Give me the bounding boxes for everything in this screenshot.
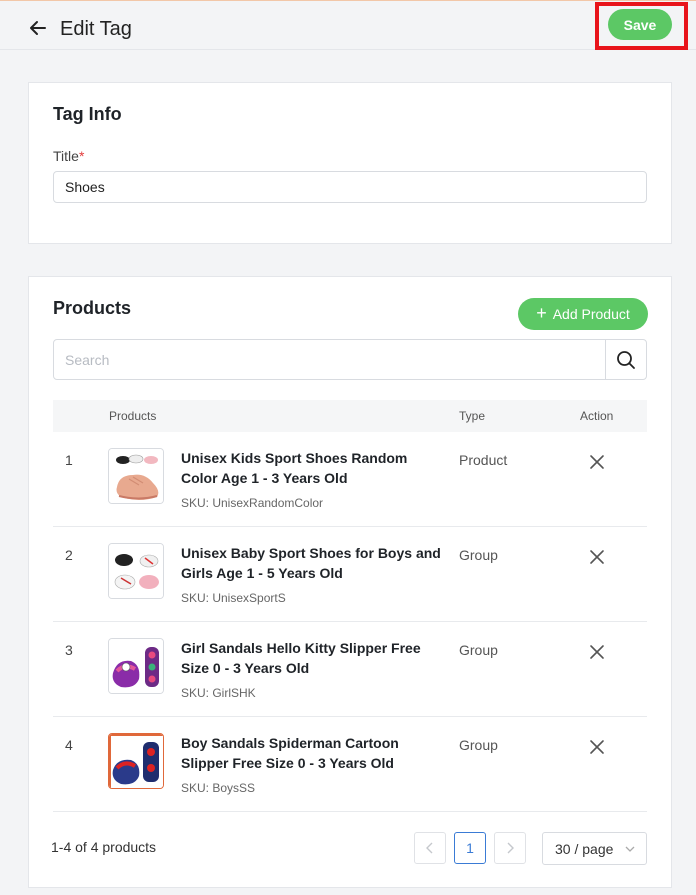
search-icon[interactable] [605, 340, 646, 379]
required-mark: * [78, 148, 85, 164]
save-button[interactable]: Save [608, 9, 672, 40]
tag-info-card: Tag Info Title* [28, 82, 672, 244]
close-icon[interactable] [588, 643, 606, 661]
products-heading: Products [53, 298, 132, 318]
column-action: Action [580, 409, 614, 423]
close-icon[interactable] [588, 738, 606, 756]
product-type: Group [459, 547, 498, 563]
plus-icon: + [536, 303, 547, 323]
table-row: 2 Unisex Baby Sport Shoes for Boys and G… [53, 527, 647, 622]
title-label-text: Title [53, 148, 79, 164]
column-type: Type [459, 409, 486, 423]
table-row: 1 Unisex Kids Sport Shoes Random Color A… [53, 432, 647, 527]
page-button-1[interactable]: 1 [454, 832, 486, 864]
product-name[interactable]: Girl Sandals Hello Kitty Slipper Free Si… [181, 638, 441, 678]
tag-info-heading: Tag Info [53, 104, 122, 124]
chevron-left-icon [426, 842, 433, 854]
close-icon[interactable] [588, 548, 606, 566]
column-products: Products [109, 409, 157, 423]
page-title: Edit Tag [60, 18, 132, 40]
title-label: Title* [53, 148, 84, 164]
chevron-right-icon [507, 842, 514, 854]
table-row: 4 Boy Sandals Spiderman Cartoon Slipper … [53, 717, 647, 812]
page-size-select[interactable]: 30 / page [542, 832, 647, 865]
product-type: Group [459, 642, 498, 658]
product-sku: SKU: GirlSHK [181, 686, 256, 700]
search-input[interactable] [54, 340, 606, 379]
table-row: 3 Girl Sandals Hello Kitty Slipper Free … [53, 622, 647, 717]
page-header: Edit Tag [0, 1, 696, 50]
next-page-button[interactable] [494, 832, 526, 864]
chevron-down-icon [625, 846, 635, 852]
title-input[interactable] [53, 171, 647, 203]
products-card: Products + Add Product Products Type Act… [28, 276, 672, 888]
product-sku: SKU: UnisexSportS [181, 591, 286, 605]
row-index: 4 [65, 737, 73, 753]
prev-page-button[interactable] [414, 832, 446, 864]
product-search [53, 339, 647, 380]
product-name[interactable]: Unisex Baby Sport Shoes for Boys and Gir… [181, 543, 441, 583]
table-header: Products Type Action [53, 400, 647, 432]
row-index: 2 [65, 547, 73, 563]
back-arrow-icon[interactable] [28, 18, 48, 38]
shoes-pink-icon [108, 448, 164, 504]
product-type: Group [459, 737, 498, 753]
add-product-label: Add Product [552, 306, 630, 322]
row-index: 3 [65, 642, 73, 658]
results-summary: 1-4 of 4 products [51, 839, 157, 855]
row-index: 1 [65, 452, 73, 468]
page-size-value: 30 / page [555, 840, 614, 857]
add-product-button[interactable]: + Add Product [518, 298, 648, 330]
sandals-purple-icon [108, 638, 164, 694]
product-sku: SKU: UnisexRandomColor [181, 496, 324, 510]
shoes-set-icon [108, 543, 164, 599]
sandals-red-icon [108, 733, 164, 789]
product-type: Product [459, 452, 508, 468]
product-sku: SKU: BoysSS [181, 781, 256, 795]
product-name[interactable]: Boy Sandals Spiderman Cartoon Slipper Fr… [181, 733, 441, 773]
product-name[interactable]: Unisex Kids Sport Shoes Random Color Age… [181, 448, 441, 488]
close-icon[interactable] [588, 453, 606, 471]
